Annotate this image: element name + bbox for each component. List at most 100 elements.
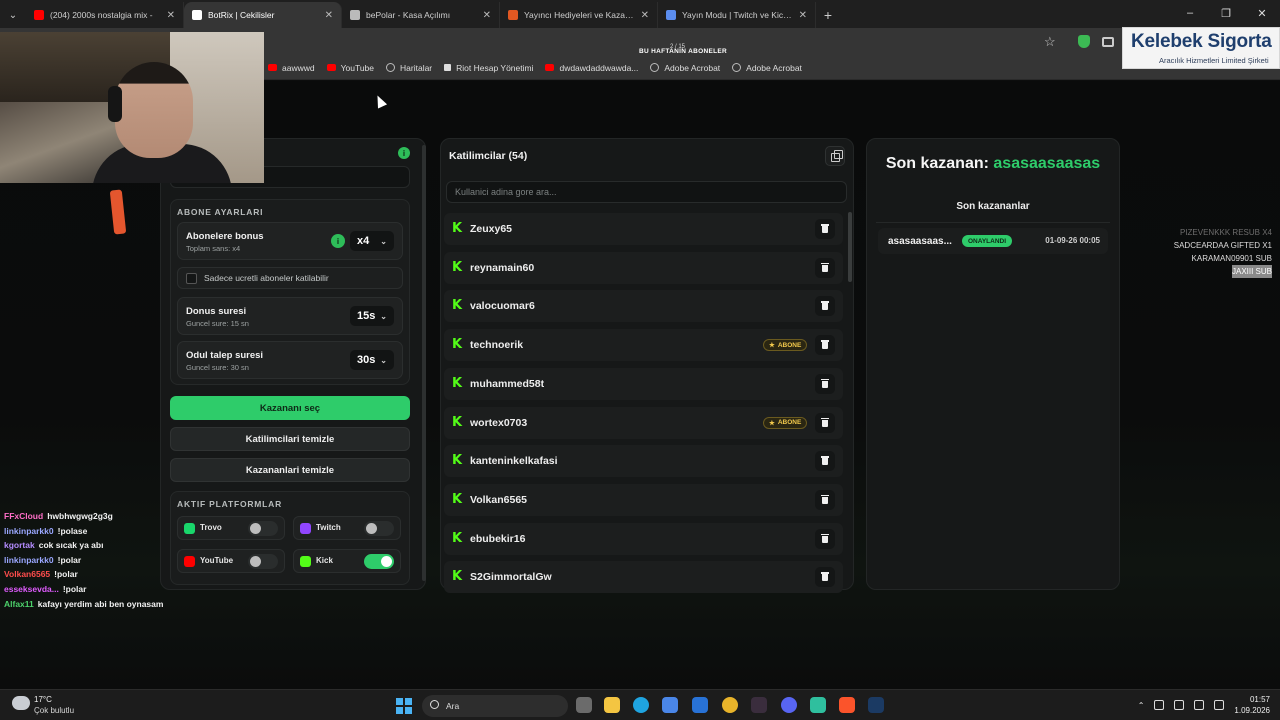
bonus-value: x4 <box>357 235 370 247</box>
chat-message: kgortak cok sıcak ya abı <box>4 538 164 553</box>
close-window-icon[interactable]: ✕ <box>1244 0 1280 26</box>
kick-icon: K <box>452 453 463 469</box>
task-view-icon[interactable] <box>576 697 592 713</box>
participant-name: kanteninkelkafasi <box>470 455 558 468</box>
browser-tab[interactable]: bePolar - Kasa Açılımı ✕ <box>342 2 500 28</box>
taskbar-search[interactable]: Ara <box>422 695 568 717</box>
file-explorer-icon[interactable] <box>604 697 620 713</box>
weather-temp[interactable]: 17°C <box>34 695 52 704</box>
chat-text: hwbhwgwg2g3g <box>47 511 113 521</box>
trash-icon[interactable] <box>815 528 835 549</box>
clear-participants-button[interactable]: Katilimcilari temizle <box>170 427 410 451</box>
settings-scrollbar[interactable] <box>422 145 426 581</box>
pick-winner-button[interactable]: Kazananı seç <box>170 396 410 420</box>
clear-winners-button[interactable]: Kazananlari temizle <box>170 458 410 482</box>
participant-row: Kmuhammed58t <box>444 367 843 400</box>
windows-start-icon[interactable] <box>396 698 412 714</box>
close-tab-icon[interactable]: ✕ <box>325 10 333 21</box>
trash-icon[interactable] <box>815 451 835 472</box>
browser-tab[interactable]: (204) 2000s nostalgia mix - ✕ <box>26 2 184 28</box>
only-paid-label: Sadece ucretli aboneler katilabilir <box>204 273 329 283</box>
app-icon[interactable] <box>751 697 767 713</box>
clock[interactable]: 01:57 1.09.2026 <box>1234 694 1270 716</box>
only-paid-subs-checkbox-row[interactable]: Sadece ucretli aboneler katilabilir <box>177 267 403 289</box>
chat-username: Alfax11 <box>4 598 34 609</box>
steam-icon[interactable] <box>868 697 884 713</box>
chevron-up-icon[interactable]: ⌃ <box>1138 701 1145 710</box>
close-tab-icon[interactable]: ✕ <box>483 10 491 21</box>
browser-tab[interactable]: BotRix | Cekilisler ✕ <box>184 2 342 28</box>
participant-search-input[interactable] <box>446 181 847 203</box>
microphone-icon[interactable] <box>1174 700 1185 710</box>
participant-name: ebubekir16 <box>470 532 526 545</box>
participant-row: Kwortex0703 ★ ABONE <box>444 406 843 439</box>
bookmark-item[interactable]: Haritalar <box>386 63 432 73</box>
participant-row: Kreynamain60 <box>444 251 843 284</box>
trash-icon[interactable] <box>815 335 835 356</box>
bookmark-star-icon[interactable]: ☆ <box>1044 34 1056 50</box>
brave-icon[interactable] <box>839 697 855 713</box>
tab-search-chevron-icon[interactable]: ⌄ <box>0 2 26 28</box>
info-icon[interactable]: i <box>398 147 410 159</box>
trash-icon[interactable] <box>815 296 835 317</box>
chrome-icon[interactable] <box>722 697 738 713</box>
trash-icon[interactable] <box>815 257 835 278</box>
bonus-info-icon[interactable]: i <box>331 234 345 248</box>
bonus-select[interactable]: x4 ⌄ <box>350 231 394 251</box>
discord-icon[interactable] <box>781 697 797 713</box>
new-tab-button[interactable]: + <box>816 2 840 28</box>
platform-toggle[interactable] <box>248 521 278 536</box>
only-paid-checkbox[interactable] <box>186 273 197 284</box>
globe-icon <box>386 63 396 72</box>
maximize-icon[interactable]: ❐ <box>1208 0 1244 26</box>
bookmark-item[interactable]: Adobe Acrobat <box>650 63 720 73</box>
platform-youtube: YouTube <box>177 549 285 573</box>
browser-tab[interactable]: Yayın Modu | Twitch ve Kick ile ✕ <box>658 2 816 28</box>
copy-icon[interactable] <box>825 146 845 166</box>
edge-icon[interactable] <box>633 697 649 713</box>
close-tab-icon[interactable]: ✕ <box>167 10 175 21</box>
close-tab-icon[interactable]: ✕ <box>799 10 807 21</box>
toggle-knob <box>381 556 392 567</box>
cloud-icon[interactable] <box>12 696 30 710</box>
app-icon[interactable] <box>810 697 826 713</box>
trash-icon[interactable] <box>815 412 835 433</box>
trash-icon[interactable] <box>815 567 835 588</box>
sub-feed-item: SADCEARDAA GIFTED X1 <box>1172 239 1274 252</box>
taskbar-search-label: Ara <box>446 701 460 711</box>
network-icon[interactable] <box>1194 700 1205 710</box>
duration-select[interactable]: 15s ⌄ <box>350 306 394 326</box>
claim-value: 30s <box>357 354 376 366</box>
bookmark-item[interactable]: aawwwd <box>268 63 315 73</box>
store-icon[interactable] <box>662 697 678 713</box>
bookmark-item[interactable]: Riot Hesap Yönetimi <box>444 63 533 73</box>
claim-select[interactable]: 30s ⌄ <box>350 350 394 370</box>
platform-toggle[interactable] <box>364 521 394 536</box>
subscriber-badge: ★ ABONE <box>763 416 808 429</box>
kick-icon: K <box>452 569 463 585</box>
kick-icon <box>300 556 311 567</box>
bonus-label: Abonelere bonus <box>186 231 264 242</box>
bookmark-item[interactable]: YouTube <box>326 62 375 73</box>
platform-toggle[interactable] <box>364 554 394 569</box>
bookmark-label: YouTube <box>340 62 375 73</box>
minimize-icon[interactable]: – <box>1172 0 1208 26</box>
extension-icon[interactable] <box>1102 37 1114 47</box>
shield-extension-icon[interactable] <box>1078 35 1090 48</box>
mail-icon[interactable] <box>692 697 708 713</box>
onedrive-icon[interactable] <box>1154 700 1165 710</box>
close-tab-icon[interactable]: ✕ <box>641 10 649 21</box>
browser-tab[interactable]: Yayıncı Hediyeleri ve Kazananla ✕ <box>500 2 658 28</box>
trash-icon[interactable] <box>815 373 835 394</box>
participant-row: Kvalocuomar6 <box>444 290 843 323</box>
toggle-knob <box>366 523 377 534</box>
claim-label: Odul talep suresi <box>186 350 264 361</box>
volume-icon[interactable] <box>1214 700 1225 710</box>
platform-toggle[interactable] <box>248 554 278 569</box>
bookmark-item[interactable]: dwdawdaddwawda... <box>545 63 638 73</box>
trash-icon[interactable] <box>815 219 835 239</box>
trash-icon[interactable] <box>815 489 835 510</box>
weather-desc[interactable]: Çok bulutlu <box>34 706 74 715</box>
bookmark-item[interactable]: Adobe Acrobat <box>732 63 802 73</box>
participants-scrollbar[interactable] <box>848 212 852 282</box>
